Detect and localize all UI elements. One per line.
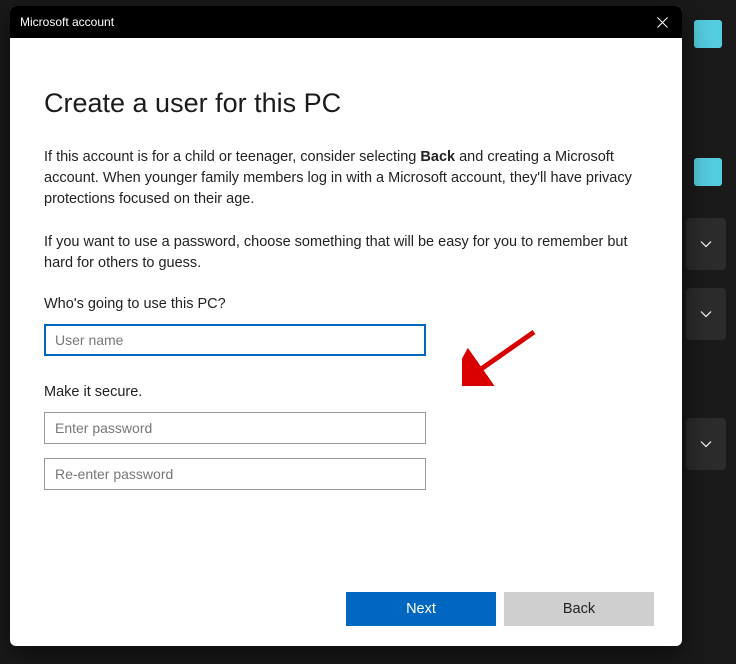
username-input[interactable] [44,324,426,356]
intro-paragraph-2: If you want to use a password, choose so… [44,232,648,274]
page-heading: Create a user for this PC [44,88,648,119]
window-title: Microsoft account [20,15,642,29]
chevron-down-icon [700,438,712,450]
next-button[interactable]: Next [346,592,496,626]
modal-window: Microsoft account Create a user for this… [10,6,682,646]
text-bold: Back [420,149,455,165]
username-label: Who's going to use this PC? [44,296,648,312]
dialog-footer: Next Back [10,572,682,646]
background-expand-button[interactable] [686,418,726,470]
dialog-content: Create a user for this PC If this accoun… [10,38,682,572]
password-input[interactable] [44,412,426,444]
chevron-down-icon [700,308,712,320]
intro-paragraph-1: If this account is for a child or teenag… [44,147,648,210]
background-tile [694,20,722,48]
background-expand-button[interactable] [686,218,726,270]
chevron-down-icon [700,238,712,250]
password-section-label: Make it secure. [44,384,648,400]
close-button[interactable] [642,6,682,38]
back-button[interactable]: Back [504,592,654,626]
background-expand-button[interactable] [686,288,726,340]
background-tile [694,158,722,186]
text-segment: If this account is for a child or teenag… [44,149,420,165]
close-icon [657,17,668,28]
password-confirm-input[interactable] [44,458,426,490]
title-bar: Microsoft account [10,6,682,38]
